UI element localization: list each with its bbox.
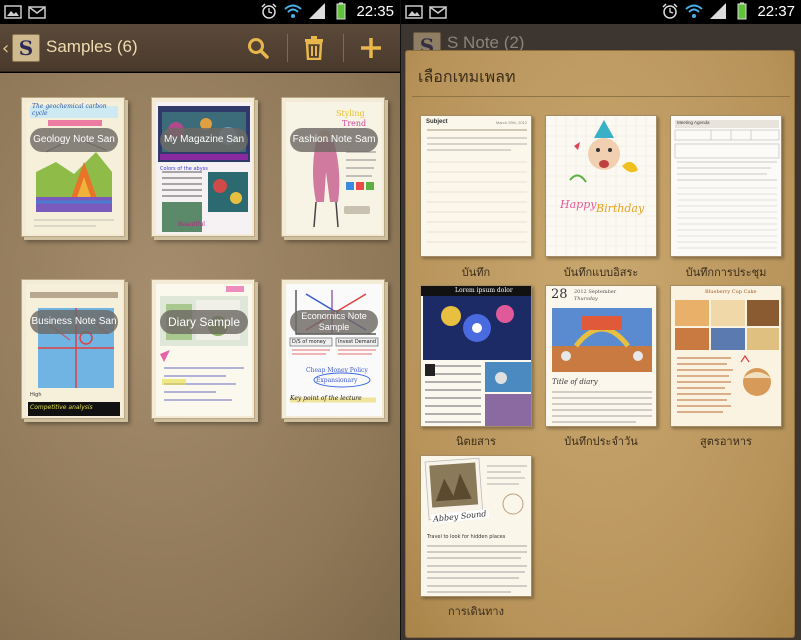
template-freeform[interactable]: Happy Birthday — [545, 115, 657, 257]
email-notification-icon — [28, 6, 46, 19]
diary-date: 2012 September — [574, 289, 617, 295]
note-title: Diary Sample — [160, 310, 248, 334]
template-recipe[interactable]: Blueberry Cup Cake — [670, 285, 782, 427]
note-card-diary[interactable]: Diary Sample — [151, 279, 255, 419]
template-heading: Travel to look for hidden places — [427, 534, 506, 540]
email-notification-icon — [429, 6, 447, 19]
template-heading: Title of diary — [552, 378, 598, 386]
action-separator — [343, 34, 344, 62]
template-label: สูตรอาหาร — [700, 435, 752, 448]
template-memo[interactable]: Subject March 29th, 2012 — [420, 115, 532, 257]
dialog-separator — [412, 96, 790, 97]
template-diary[interactable]: 28 2012 September Thursday Title of diar… — [545, 285, 657, 427]
note-title: Economics Note Sample — [290, 310, 378, 334]
template-preview: Happy Birthday — [546, 116, 656, 256]
template-meeting[interactable]: Meeting Agenda — [670, 115, 782, 257]
battery-icon — [336, 2, 346, 20]
action-bar: ‹ S Samples (6) — [0, 24, 400, 72]
trash-icon — [305, 36, 323, 60]
clock: 22:35 — [356, 2, 394, 20]
gallery-notification-icon — [405, 5, 423, 19]
right-screen: 22:37 S S Note (2) เลือกเทมเพลท Subject … — [401, 0, 801, 640]
note-title: My Magazine San — [160, 128, 248, 152]
wifi-icon — [685, 4, 704, 18]
template-label: บันทึก — [461, 266, 491, 279]
template-label: บันทึกการประชุม — [685, 266, 767, 279]
template-heading: Blueberry Cup Cake — [705, 289, 757, 295]
gallery-notification-icon — [4, 5, 22, 19]
action-separator — [287, 34, 288, 62]
add-note-button[interactable] — [355, 32, 387, 64]
signal-icon — [710, 3, 727, 19]
wifi-icon — [284, 4, 303, 18]
template-picker-dialog: เลือกเทมเพลท Subject March 29th, 2012 บั… — [405, 50, 795, 638]
svg-text:Happy: Happy — [559, 198, 597, 211]
left-screen: 22:35 ‹ S Samples (6) The geochemical ca… — [0, 0, 400, 640]
svg-text:Styling: Styling — [336, 109, 365, 118]
template-magazine[interactable]: Lorem ipsum dolor — [420, 285, 532, 427]
notes-grid: The geochemical carbon cycle Geology Not… — [0, 73, 400, 640]
note-title: Business Note San — [30, 310, 118, 334]
template-preview — [421, 456, 531, 596]
note-title: Geology Note San — [30, 128, 118, 152]
note-card-fashion[interactable]: Styling Trend Fashion Note Sam — [281, 97, 385, 237]
template-heading: Subject — [426, 119, 448, 125]
thumb-caption: Key point of the lecture — [290, 395, 362, 402]
svg-text:Trend: Trend — [342, 119, 366, 128]
thumb-caption: Expansionary — [316, 377, 358, 384]
template-label: การเดินทาง — [448, 605, 504, 618]
template-travel[interactable]: Abbey Sound Travel to look for hidden pl… — [420, 455, 532, 597]
clock: 22:37 — [757, 2, 795, 20]
battery-icon — [737, 2, 747, 20]
svg-text:High: High — [30, 392, 42, 398]
thumb-caption: D/S of money — [292, 339, 326, 345]
template-label: บันทึกประจำวัน — [564, 435, 638, 448]
snote-logo[interactable]: S — [12, 34, 40, 62]
thumb-caption: Invest Demand — [338, 339, 377, 345]
note-card-magazine[interactable]: Beautiful Colors of the abyss My Magazin… — [151, 97, 255, 237]
folder-title: Samples (6) — [46, 37, 138, 56]
template-preview — [671, 116, 781, 256]
plus-icon — [361, 38, 381, 58]
search-button[interactable] — [242, 32, 274, 64]
dialog-title: เลือกเทมเพลท — [418, 67, 516, 86]
note-thumbnail — [26, 102, 122, 234]
diary-weekday: Thursday — [574, 296, 598, 302]
template-heading: Meeting Agenda — [677, 120, 710, 125]
delete-button[interactable] — [298, 32, 330, 64]
note-card-geology[interactable]: The geochemical carbon cycle Geology Not… — [21, 97, 125, 237]
template-preview — [546, 286, 656, 426]
note-card-economics[interactable]: D/S of money Invest Demand Cheap Money P… — [281, 279, 385, 419]
svg-text:Birthday: Birthday — [595, 202, 645, 215]
search-icon — [248, 38, 269, 59]
back-chevron-icon[interactable]: ‹ — [2, 38, 9, 59]
diary-day: 28 — [551, 287, 568, 302]
template-heading: Lorem ipsum dolor — [455, 287, 513, 294]
note-title: Fashion Note Sam — [290, 128, 378, 152]
note-thumbnail — [156, 284, 252, 416]
thumb-caption: Cheap Money Policy — [306, 367, 368, 374]
template-preview — [421, 286, 531, 426]
thumb-caption: The geochemical carbon cycle — [32, 103, 107, 117]
signal-icon — [309, 3, 326, 19]
svg-text:Beautiful: Beautiful — [178, 221, 205, 228]
alarm-icon — [662, 3, 678, 19]
template-label: นิตยสาร — [456, 435, 496, 448]
template-preview — [671, 286, 781, 426]
note-thumbnail: Styling Trend — [286, 102, 382, 234]
note-thumbnail: High — [26, 284, 122, 416]
status-bar: 22:37 — [401, 0, 801, 24]
thumb-caption: Competitive analysis — [30, 404, 93, 411]
note-card-business[interactable]: High Competitive analysis Business Note … — [21, 279, 125, 419]
template-label: บันทึกแบบอิสระ — [563, 266, 639, 279]
template-date: March 29th, 2012 — [495, 120, 527, 125]
template-preview — [421, 116, 531, 256]
thumb-caption: Colors of the abyss — [160, 166, 208, 172]
alarm-icon — [261, 3, 277, 19]
status-bar: 22:35 — [0, 0, 400, 24]
